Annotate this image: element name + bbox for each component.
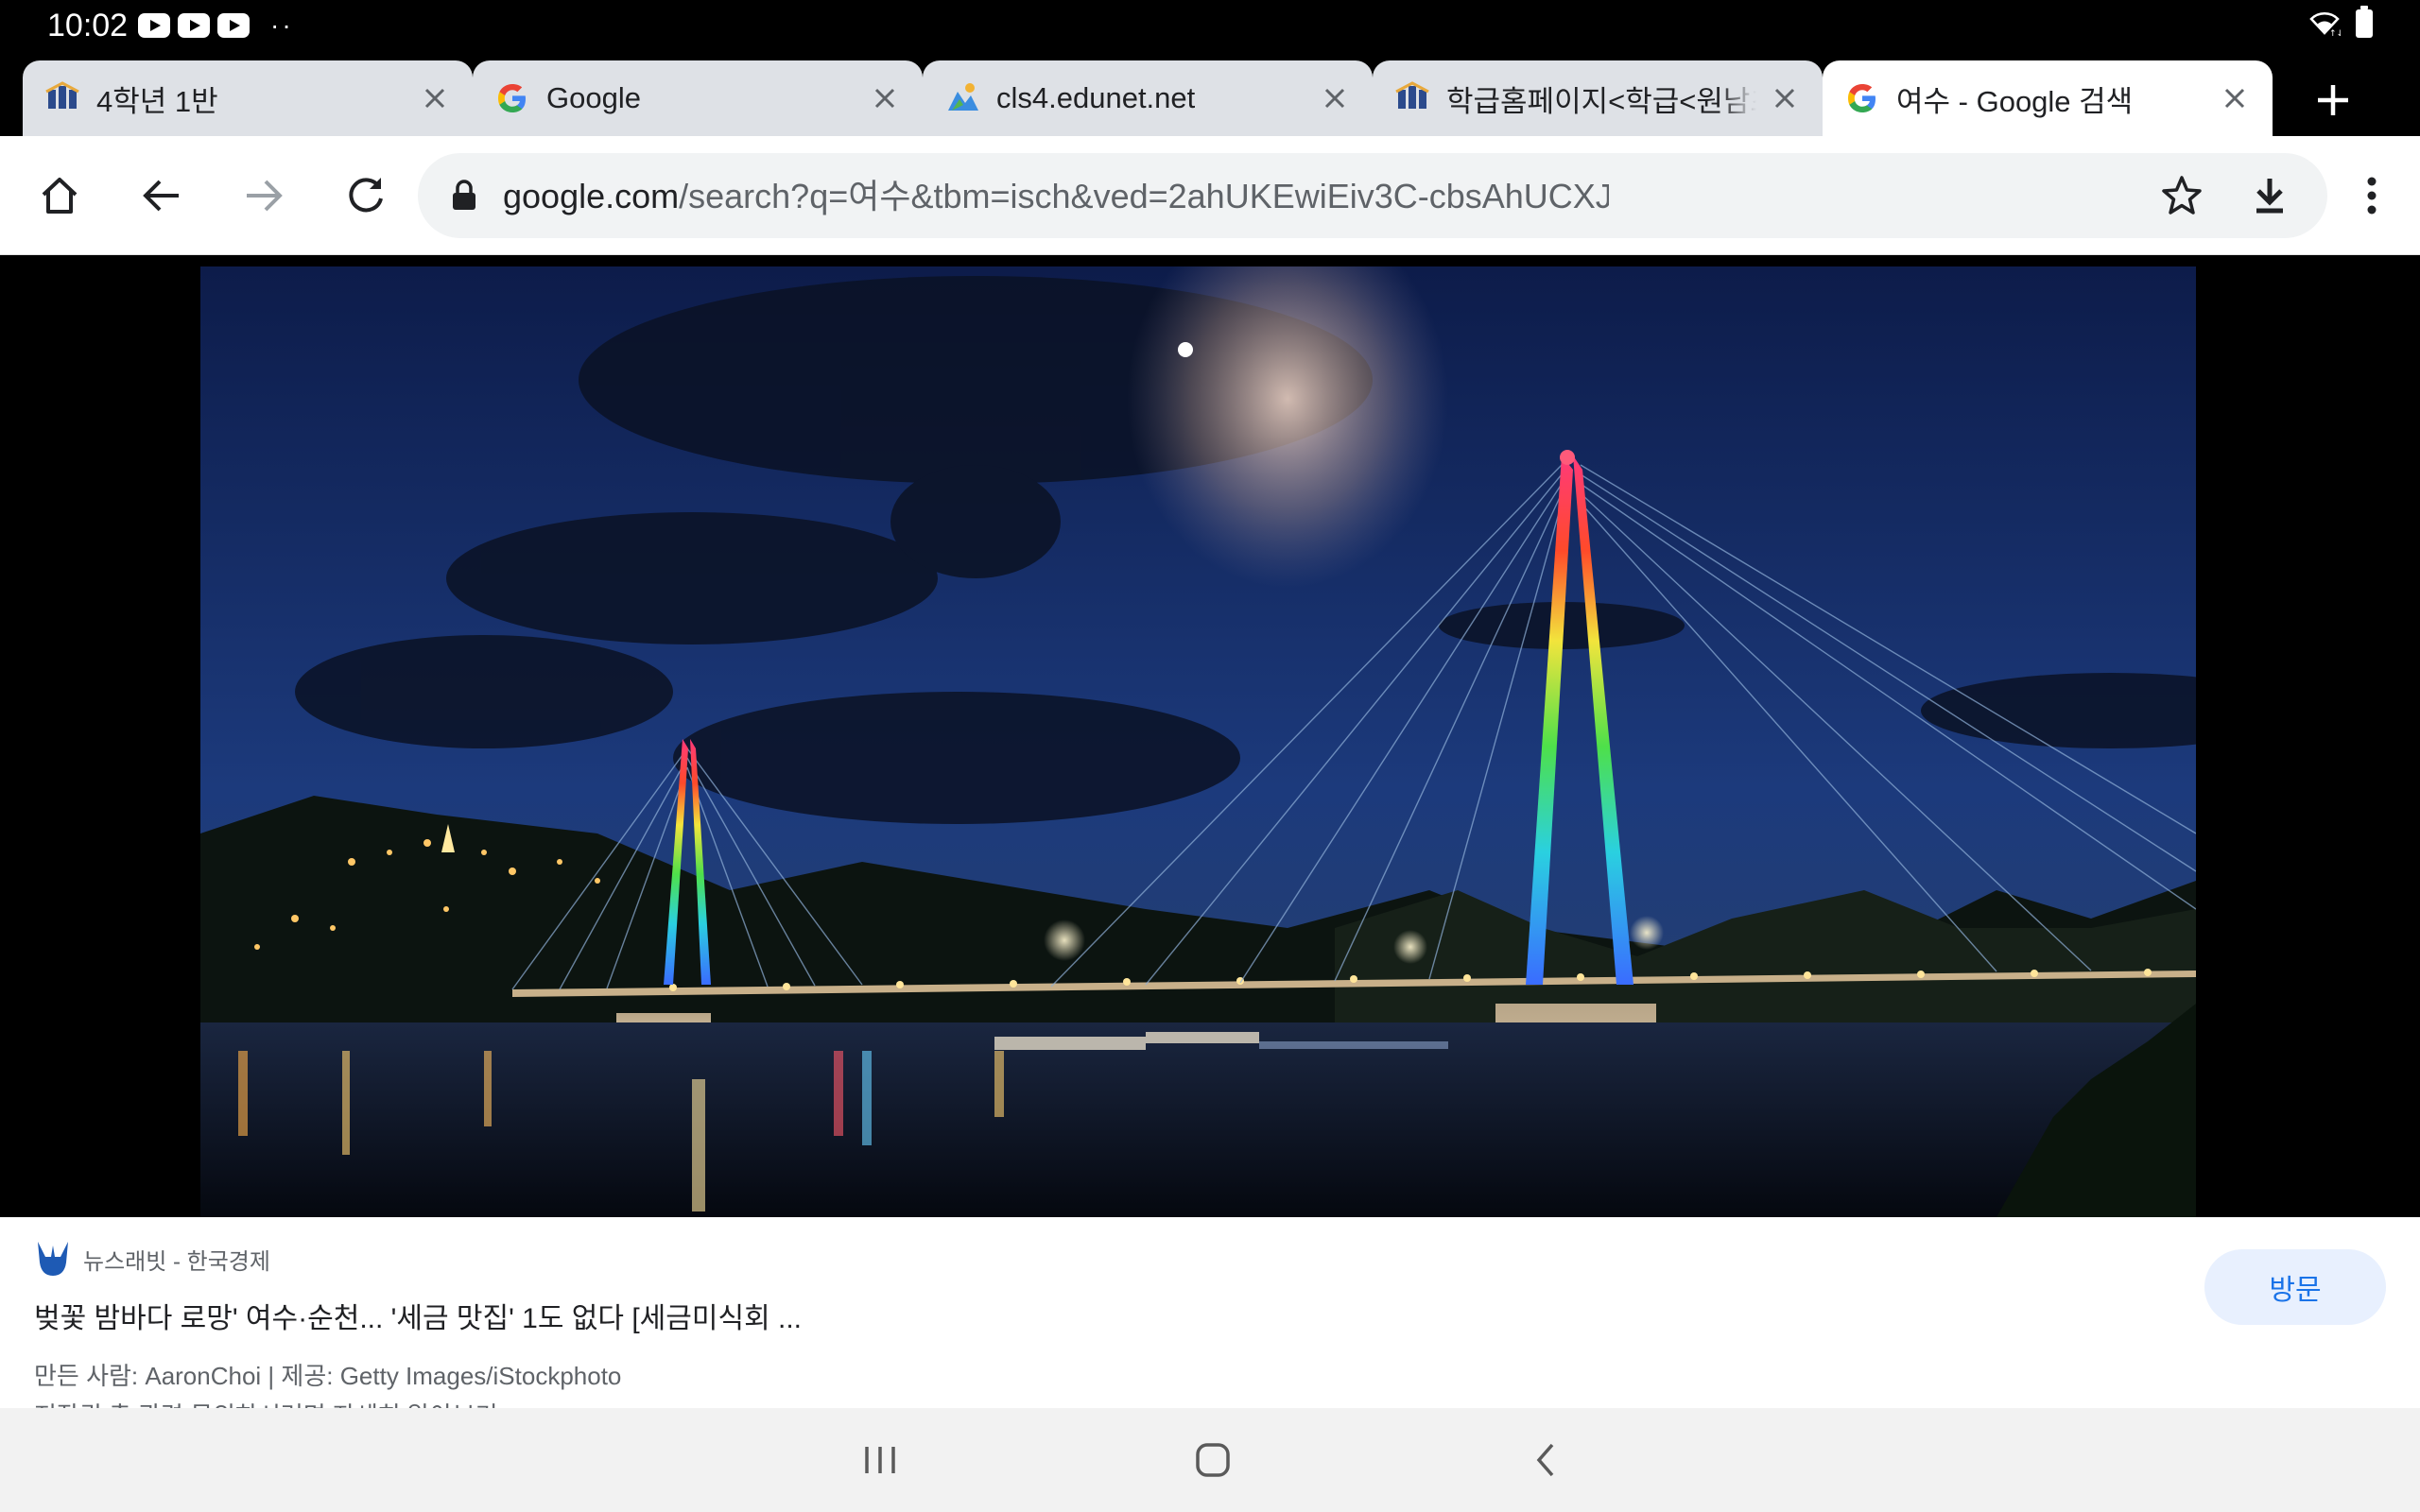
tab-edunet[interactable]: cls4.edunet.net [923,60,1373,136]
visit-button[interactable]: 방문 [2204,1249,2386,1325]
address-bar[interactable]: google.com/search?q=여수&tbm=isch&ved=2ahU… [418,153,2327,238]
back-icon [143,180,179,212]
image-viewer [0,255,2420,1219]
back-nav-button[interactable] [1512,1427,1579,1493]
google-icon [1843,79,1881,117]
school-icon [43,79,81,117]
tab-title: cls4.edunet.net [996,81,1196,114]
star-icon [2162,176,2202,215]
school-icon [1393,79,1431,117]
recents-button[interactable] [847,1427,913,1493]
source-name: 뉴스래빗 - 한국경제 [83,1248,270,1275]
tab-class-homepage[interactable]: 학급홈페이지<학급<원남초 [1373,60,1823,136]
image-credit: 만든 사람: AaronChoi | 제공: Getty Images/iSto… [34,1362,622,1390]
download-button[interactable] [2240,166,2299,225]
forward-icon [247,180,283,212]
tab-title: 학급홈페이지<학급<원남초 [1446,84,1756,118]
svg-text:↑↓: ↑↓ [2329,29,2341,37]
youtube-icon [217,13,250,38]
close-icon[interactable] [2216,79,2254,117]
url-host: google.com [503,177,680,215]
system-nav-bar [0,1408,2420,1512]
reload-icon [349,178,383,213]
youtube-icon [138,13,170,38]
more-notifications-icon: ·· [270,10,294,40]
close-icon[interactable] [866,79,904,117]
reload-button[interactable] [333,163,399,229]
back-chevron-icon [1536,1443,1554,1477]
new-tab-button[interactable] [2307,74,2360,127]
battery-icon [2356,6,2373,38]
tab-title: 4학년 1반 [96,84,218,118]
url-text[interactable]: google.com/search?q=여수&tbm=isch&ved=2ahU… [503,176,1609,217]
yeosu-night-bridge-photo[interactable] [200,266,2196,1217]
tab-yeosu-search[interactable]: 여수 - Google 검색 [1823,60,2273,136]
result-title[interactable]: 벚꽃 밤바다 로망' 여수·순천... '세금 맛집' 1도 없다 [세금미식회… [34,1295,802,1336]
result-source[interactable]: 뉴스래빗 - 한국경제 [34,1240,270,1278]
recents-icon [865,1447,895,1473]
close-icon[interactable] [1316,79,1354,117]
bookmark-button[interactable] [2152,166,2211,225]
screen: 10:02 ·· ↑↓ 4학년 1반 Google cls4.edunet.ne… [0,0,2420,1512]
rabbit-logo-icon [38,1242,68,1276]
back-button[interactable] [129,163,195,229]
forward-button[interactable] [231,163,297,229]
edunet-icon [943,79,981,117]
status-bar: 10:02 ·· ↑↓ [0,0,2420,53]
tab-title: 여수 - Google 검색 [1896,84,2134,118]
url-path: /search?q=여수&tbm=isch&ved=2ahUKEwiEiv3C-… [679,177,1609,215]
menu-button[interactable] [2339,163,2405,229]
tab-strip: 4학년 1반 Google cls4.edunet.net 학급홈페이지<학급<… [0,53,2420,136]
plus-icon [2318,85,2348,115]
home-icon [42,178,78,214]
lock-icon [444,176,484,215]
wifi-icon: ↑↓ [2309,12,2341,37]
home-button[interactable] [26,163,93,229]
status-right: ↑↓ [2308,6,2373,38]
close-icon[interactable] [1766,79,1804,117]
tab-google[interactable]: Google [473,60,923,136]
browser-toolbar: google.com/search?q=여수&tbm=isch&ved=2ahU… [0,136,2420,255]
more-vert-icon [2367,177,2377,215]
license-info[interactable]: 저작권 총 관련 문의하시려면 자세히 알아보기 [34,1397,498,1408]
tab-school-class[interactable]: 4학년 1반 [23,60,473,136]
status-time: 10:02 [47,8,129,43]
image-result-panel: 뉴스래빗 - 한국경제 벚꽃 밤바다 로망' 여수·순천... '세금 맛집' … [0,1217,2420,1408]
close-icon[interactable] [416,79,454,117]
youtube-icon [178,13,210,38]
google-icon [493,79,531,117]
notification-icons: ·· [138,10,294,40]
download-icon [2256,179,2283,214]
home-nav-button[interactable] [1180,1427,1246,1493]
tab-title: Google [546,81,641,114]
home-circle-icon [1196,1443,1230,1477]
